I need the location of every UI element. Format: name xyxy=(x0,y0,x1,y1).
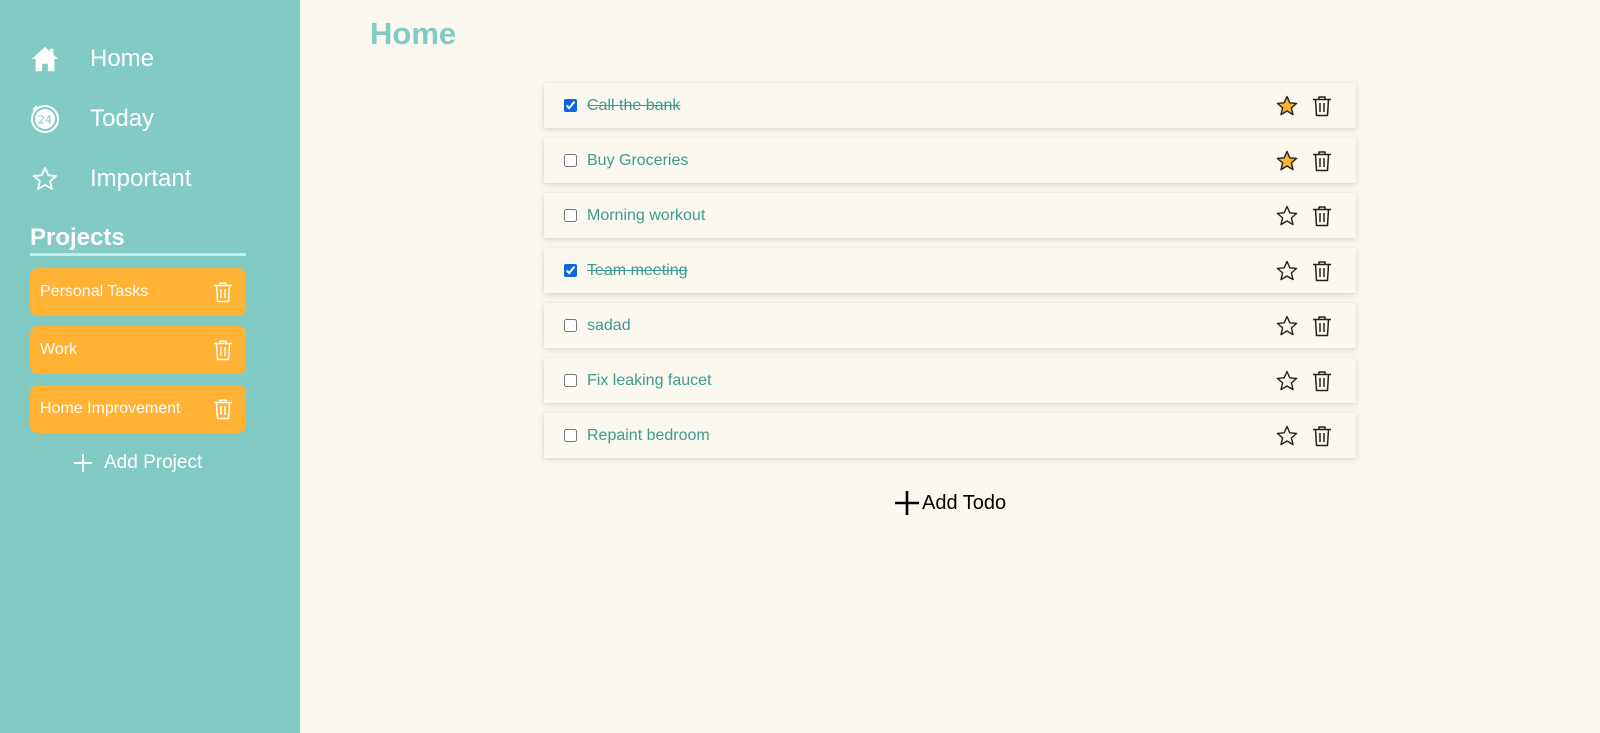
todo-item: Team meeting xyxy=(544,248,1356,293)
star-icon[interactable] xyxy=(1275,369,1299,393)
trash-icon[interactable] xyxy=(1310,424,1334,448)
star-icon[interactable] xyxy=(1275,424,1299,448)
todo-item: Morning workout xyxy=(544,193,1356,238)
svg-text:24: 24 xyxy=(38,114,52,127)
trash-icon[interactable] xyxy=(1310,314,1334,338)
project-label: Personal Tasks xyxy=(40,283,149,300)
todo-checkbox[interactable] xyxy=(564,264,577,277)
projects-heading: Projects xyxy=(30,224,125,251)
plus-icon xyxy=(72,452,94,474)
todo-checkbox[interactable] xyxy=(564,429,577,442)
projects-divider xyxy=(30,253,246,256)
project-item[interactable]: Home Improvement xyxy=(30,385,246,433)
todo-item: sadad xyxy=(544,303,1356,348)
star-icon[interactable] xyxy=(1275,314,1299,338)
nav-item-home[interactable]: Home xyxy=(30,44,154,74)
trash-icon[interactable] xyxy=(1310,259,1334,283)
todo-checkbox[interactable] xyxy=(564,209,577,222)
todo-title[interactable]: Call the bank xyxy=(587,97,1275,115)
project-item[interactable]: Personal Tasks xyxy=(30,268,246,316)
trash-icon[interactable] xyxy=(1310,94,1334,118)
todo-item: Buy Groceries xyxy=(544,138,1356,183)
today-24-icon: 24 xyxy=(30,104,60,134)
todo-title[interactable]: sadad xyxy=(587,317,1275,335)
project-label: Work xyxy=(40,341,78,358)
todo-item: Repaint bedroom xyxy=(544,413,1356,458)
trash-icon[interactable] xyxy=(212,398,234,420)
star-icon xyxy=(30,164,60,194)
project-item[interactable]: Work xyxy=(30,326,246,374)
add-project-button[interactable]: Add Project xyxy=(72,452,202,474)
todo-title[interactable]: Buy Groceries xyxy=(587,152,1275,170)
page-title: Home xyxy=(370,16,457,51)
trash-icon[interactable] xyxy=(1310,369,1334,393)
home-icon xyxy=(30,44,60,74)
trash-icon[interactable] xyxy=(1310,149,1334,173)
todo-title[interactable]: Repaint bedroom xyxy=(587,427,1275,445)
nav-label-home: Home xyxy=(90,45,155,72)
todo-title[interactable]: Fix leaking faucet xyxy=(587,372,1275,390)
todo-checkbox[interactable] xyxy=(564,154,577,167)
todo-checkbox[interactable] xyxy=(564,319,577,332)
add-todo-button[interactable]: Add Todo xyxy=(894,490,1006,516)
nav-label-important: Important xyxy=(90,165,192,192)
trash-icon[interactable] xyxy=(212,281,234,303)
todo-checkbox[interactable] xyxy=(564,99,577,112)
todo-item: Call the bank xyxy=(544,83,1356,128)
star-filled-icon[interactable] xyxy=(1275,94,1299,118)
todo-title[interactable]: Morning workout xyxy=(587,207,1275,225)
star-icon[interactable] xyxy=(1275,259,1299,283)
trash-icon[interactable] xyxy=(1310,204,1334,228)
plus-icon xyxy=(894,490,920,516)
star-filled-icon[interactable] xyxy=(1275,149,1299,173)
nav-item-today[interactable]: 24 Today xyxy=(30,104,154,134)
sidebar: Home 24 Today Important Projects Persona… xyxy=(0,0,300,733)
nav-label-today: Today xyxy=(90,105,155,132)
add-project-label: Add Project xyxy=(104,452,203,473)
add-todo-label: Add Todo xyxy=(922,491,1007,514)
project-label: Home Improvement xyxy=(40,400,181,417)
todo-item: Fix leaking faucet xyxy=(544,358,1356,403)
todo-title[interactable]: Team meeting xyxy=(587,262,1275,280)
trash-icon[interactable] xyxy=(212,339,234,361)
todo-checkbox[interactable] xyxy=(564,374,577,387)
star-icon[interactable] xyxy=(1275,204,1299,228)
nav-item-important[interactable]: Important xyxy=(30,164,191,194)
